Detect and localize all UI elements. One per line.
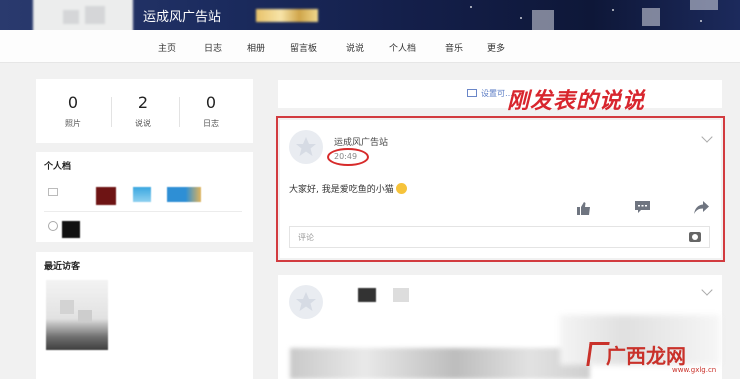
profile-blur-1	[96, 187, 116, 205]
stat-blogs-count: 0	[205, 93, 217, 112]
nav-music[interactable]: 音乐	[445, 41, 463, 54]
star-icon	[296, 292, 316, 311]
emoji-icon	[395, 183, 407, 194]
share-icon[interactable]	[694, 201, 709, 214]
stats-card: 0 照片 2 说说 0 日志	[36, 79, 253, 143]
stat-moments[interactable]: 2 说说	[118, 93, 168, 129]
nav-moments[interactable]: 说说	[346, 41, 364, 54]
stat-photos-label: 照片	[65, 119, 81, 128]
nav-more[interactable]: 更多	[487, 41, 505, 54]
nav-blog[interactable]: 日志	[204, 41, 222, 54]
stat-moments-label: 说说	[135, 119, 151, 128]
annotation-circle	[327, 148, 369, 166]
visitor-avatar-px	[60, 300, 74, 314]
post-2-image-blur	[290, 348, 590, 379]
annotation-label: 刚发表的说说	[507, 88, 646, 114]
divider	[111, 97, 112, 127]
stat-photos-count: 0	[67, 93, 79, 112]
nav-album[interactable]: 相册	[247, 41, 265, 54]
profile-star-icon	[48, 221, 58, 231]
site-title[interactable]: 运成风广告站	[143, 6, 221, 25]
post-2-blur	[393, 288, 409, 302]
comment-icon[interactable]	[635, 201, 650, 214]
profile-title: 个人档	[44, 162, 72, 172]
post-author[interactable]: 运成风广告站	[334, 135, 388, 148]
nav-home[interactable]: 主页	[158, 41, 176, 54]
settings-icon[interactable]	[467, 89, 477, 97]
camera-icon[interactable]	[689, 232, 701, 242]
stat-moments-count: 2	[137, 93, 149, 112]
watermark-text: 广西龙网	[606, 344, 686, 368]
comment-input[interactable]: 评论	[289, 226, 710, 248]
visitor-avatar[interactable]	[46, 280, 108, 350]
nav-profile[interactable]: 个人档	[389, 41, 416, 54]
post-text: 大家好, 我是爱吃鱼的小猫	[289, 182, 407, 195]
stat-blogs-label: 日志	[203, 119, 219, 128]
post-text-content: 大家好, 我是爱吃鱼的小猫	[289, 185, 394, 195]
profile-id-icon	[48, 188, 58, 196]
like-icon[interactable]	[577, 202, 591, 215]
divider	[44, 211, 242, 212]
main-nav: 主页 日志 相册 留言板 说说 个人档 音乐 更多	[0, 30, 740, 63]
user-name-blurred	[256, 9, 318, 22]
watermark-url: www.gxlg.cn	[672, 366, 717, 374]
profile-blur-3	[167, 187, 201, 202]
profile-blur-4	[62, 221, 80, 238]
nav-guestbook[interactable]: 留言板	[290, 41, 317, 54]
visitor-avatar-px	[78, 310, 92, 322]
visitors-title: 最近访客	[44, 262, 81, 272]
divider	[179, 97, 180, 127]
post-2-blur	[358, 288, 376, 302]
star-icon	[296, 137, 316, 156]
comment-placeholder: 评论	[298, 233, 314, 242]
profile-blur-2	[133, 187, 151, 202]
stat-photos[interactable]: 0 照片	[48, 93, 98, 129]
stat-blogs[interactable]: 0 日志	[186, 93, 236, 129]
